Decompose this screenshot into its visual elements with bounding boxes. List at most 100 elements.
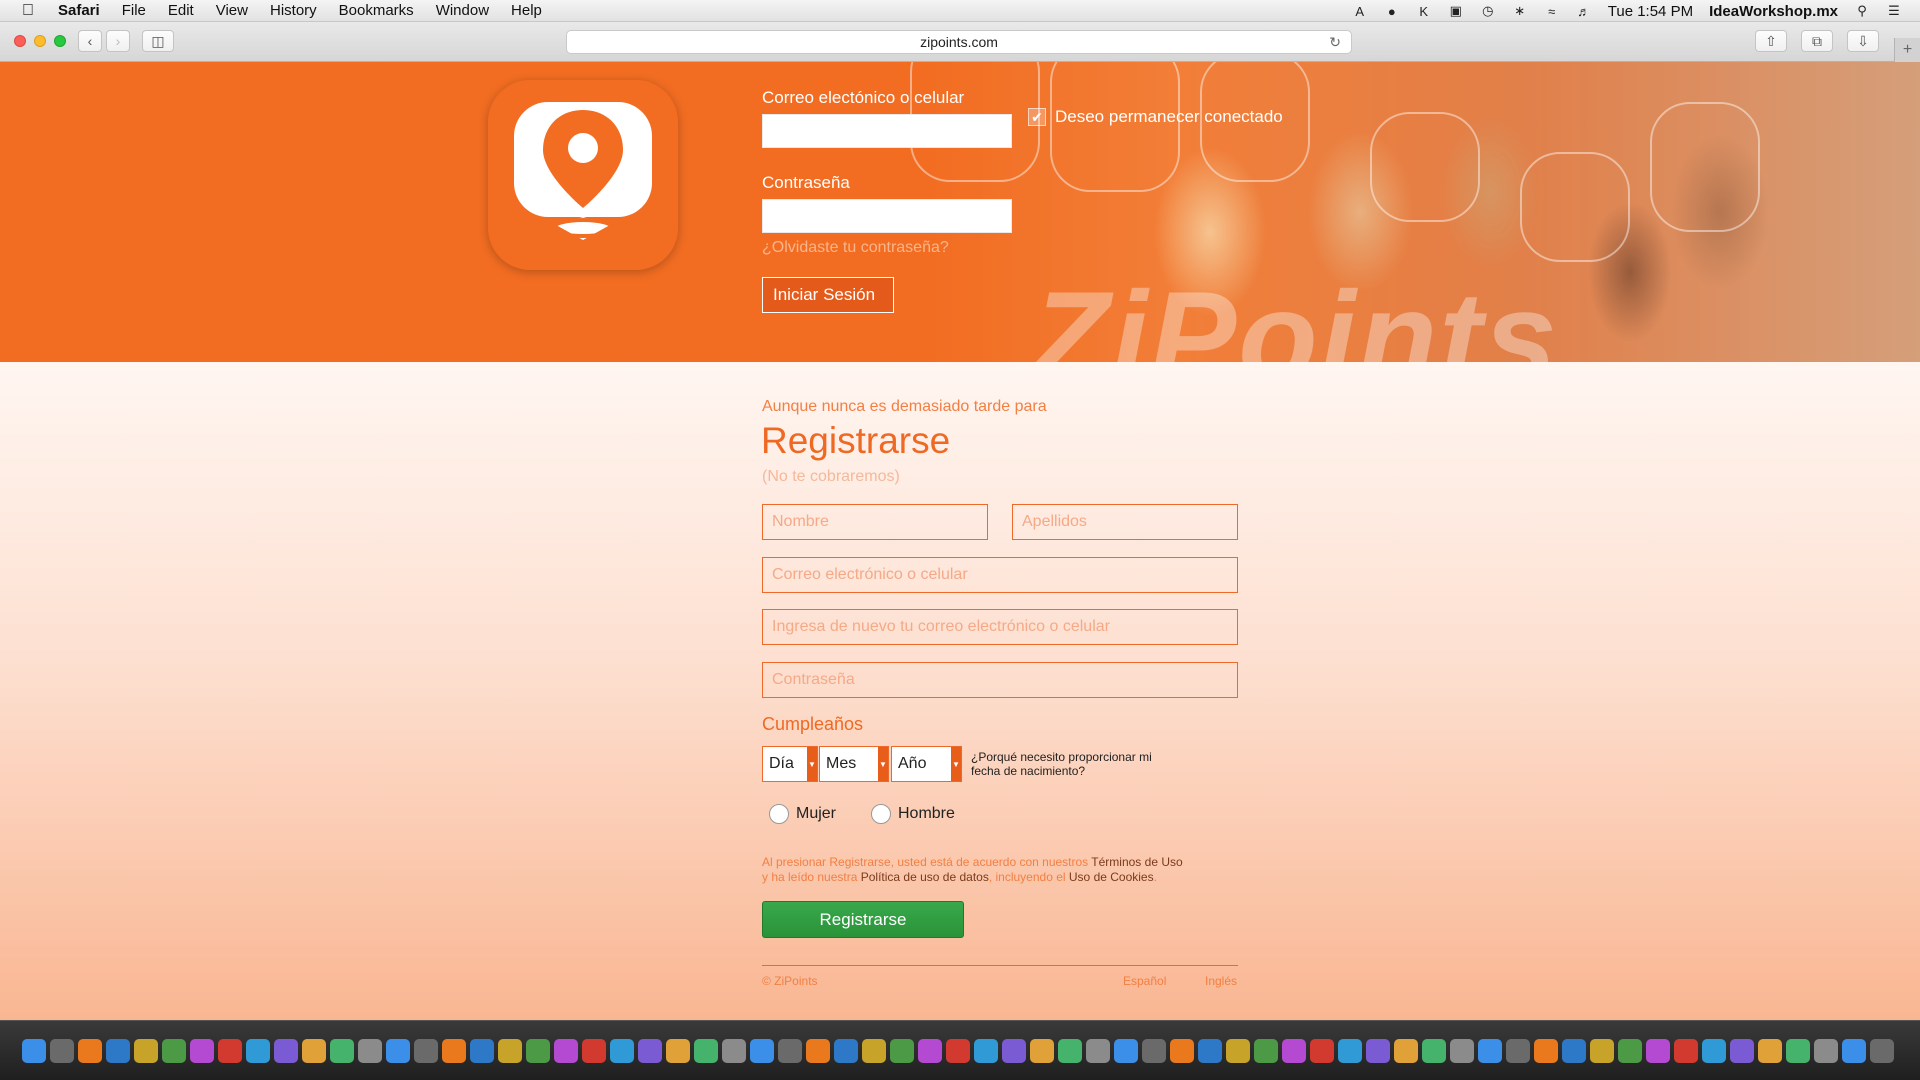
preview-icon[interactable] [386, 1038, 410, 1063]
cookies-link[interactable]: Uso de Cookies [1069, 870, 1154, 884]
fireworks-icon[interactable] [190, 1038, 214, 1063]
app-icon[interactable] [1114, 1038, 1138, 1063]
app-icon[interactable] [1226, 1038, 1250, 1063]
skype-icon[interactable] [526, 1038, 550, 1063]
login-password-input[interactable] [762, 199, 1012, 233]
display-icon[interactable]: ▣ [1448, 3, 1464, 19]
app-icon[interactable] [1310, 1038, 1334, 1063]
app-icon[interactable] [610, 1038, 634, 1063]
first-name-input[interactable]: Nombre [762, 504, 988, 540]
back-button[interactable]: ‹ [78, 30, 102, 52]
reload-icon[interactable]: ↻ [1329, 34, 1341, 51]
app-icon[interactable] [1058, 1038, 1082, 1063]
app-icon[interactable] [358, 1038, 382, 1063]
clock[interactable]: Tue 1:54 PM [1608, 3, 1693, 20]
firefox-icon[interactable] [414, 1038, 438, 1063]
adobe-status-icon[interactable]: A [1352, 3, 1368, 19]
app-icon[interactable] [974, 1038, 998, 1063]
register-button[interactable]: Registrarse [762, 901, 964, 938]
user-name[interactable]: IdeaWorkshop.mx [1709, 3, 1838, 20]
app-icon[interactable] [1590, 1038, 1614, 1063]
app-icon[interactable] [1842, 1038, 1866, 1063]
app-icon[interactable] [1142, 1038, 1166, 1063]
app-icon[interactable] [1086, 1038, 1110, 1063]
finder-icon[interactable] [22, 1038, 46, 1063]
chrome-icon[interactable] [498, 1038, 522, 1063]
forward-button[interactable]: › [106, 30, 130, 52]
close-window-button[interactable] [14, 35, 26, 47]
gender-female-option[interactable]: Mujer [769, 804, 836, 824]
app-icon[interactable] [946, 1038, 970, 1063]
remember-me[interactable]: ✔ Deseo permanecer conectado [1028, 107, 1283, 127]
app-icon[interactable] [1338, 1038, 1362, 1063]
app-icon[interactable] [778, 1038, 802, 1063]
app-icon[interactable] [1674, 1038, 1698, 1063]
system-prefs-icon[interactable] [218, 1038, 242, 1063]
app-icon[interactable] [1282, 1038, 1306, 1063]
day-select[interactable]: Día ▼ [762, 746, 818, 782]
itunes-icon[interactable] [806, 1038, 830, 1063]
terms-of-use-link[interactable]: Términos de Uso [1091, 855, 1182, 869]
spotlight-search-icon[interactable]: ⚲ [1854, 3, 1870, 19]
app-icon[interactable] [1618, 1038, 1642, 1063]
launchpad-icon[interactable] [50, 1038, 74, 1063]
powerpoint-icon[interactable] [302, 1038, 326, 1063]
downloads-button[interactable]: ⇩ [1847, 30, 1879, 52]
app-icon[interactable] [1422, 1038, 1446, 1063]
email-confirm-input[interactable]: Ingresa de nuevo tu correo electrónico o… [762, 609, 1238, 645]
app-icon[interactable] [1030, 1038, 1054, 1063]
app-icon[interactable] [750, 1038, 774, 1063]
dreamweaver-icon[interactable] [162, 1038, 186, 1063]
address-bar[interactable]: zipoints.com ↻ [566, 30, 1352, 54]
photoshop-icon[interactable] [106, 1038, 130, 1063]
app-icon[interactable] [1450, 1038, 1474, 1063]
month-select[interactable]: Mes ▼ [819, 746, 889, 782]
menu-help[interactable]: Help [511, 2, 542, 19]
menu-view[interactable]: View [216, 2, 248, 19]
notes-icon[interactable] [722, 1038, 746, 1063]
why-birthday-link[interactable]: ¿Porqué necesito proporcionar mi fecha d… [971, 750, 1161, 778]
opera-icon[interactable] [470, 1038, 494, 1063]
share-button[interactable]: ⇧ [1755, 30, 1787, 52]
wifi-icon[interactable]: ≈ [1544, 3, 1560, 19]
sidebar-toggle-button[interactable]: ◫ [142, 30, 174, 52]
calendar-icon[interactable] [694, 1038, 718, 1063]
menu-bookmarks[interactable]: Bookmarks [339, 2, 414, 19]
language-spanish-link[interactable]: Español [1123, 974, 1166, 988]
word-icon[interactable] [274, 1038, 298, 1063]
app-icon[interactable] [918, 1038, 942, 1063]
app-icon[interactable] [1394, 1038, 1418, 1063]
menu-window[interactable]: Window [436, 2, 489, 19]
app-icon[interactable] [1646, 1038, 1670, 1063]
trash-icon[interactable] [1870, 1038, 1894, 1063]
minimize-window-button[interactable] [34, 35, 46, 47]
remember-checkbox[interactable]: ✔ [1028, 108, 1046, 126]
messages-icon[interactable] [582, 1038, 606, 1063]
login-button[interactable]: Iniciar Sesión [762, 277, 894, 313]
volume-icon[interactable]: ♬ [1576, 3, 1592, 19]
circle-status-icon[interactable]: ● [1384, 3, 1400, 19]
app-icon[interactable] [638, 1038, 662, 1063]
safari-icon[interactable] [442, 1038, 466, 1063]
gender-male-option[interactable]: Hombre [871, 804, 955, 824]
app-icon[interactable] [890, 1038, 914, 1063]
menu-history[interactable]: History [270, 2, 317, 19]
excel-icon[interactable] [330, 1038, 354, 1063]
acrobat-icon[interactable] [1198, 1038, 1222, 1063]
bridge-icon[interactable] [134, 1038, 158, 1063]
app-icon[interactable] [666, 1038, 690, 1063]
email-input[interactable]: Correo electrónico o celular [762, 557, 1238, 593]
ibooks-icon[interactable] [862, 1038, 886, 1063]
last-name-input[interactable]: Apellidos [1012, 504, 1238, 540]
apple-menu-icon[interactable]:  [18, 2, 38, 20]
app-icon[interactable] [1702, 1038, 1726, 1063]
app-icon[interactable] [1478, 1038, 1502, 1063]
tabs-overview-button[interactable]: ⧉ [1801, 30, 1833, 52]
app-icon[interactable] [1534, 1038, 1558, 1063]
app-icon[interactable] [1758, 1038, 1782, 1063]
bluetooth-icon[interactable]: ∗ [1512, 3, 1528, 19]
menu-edit[interactable]: Edit [168, 2, 194, 19]
gender-female-radio[interactable] [769, 804, 789, 824]
app-icon[interactable] [834, 1038, 858, 1063]
privacy-policy-link[interactable]: Política de uso de datos [861, 870, 989, 884]
